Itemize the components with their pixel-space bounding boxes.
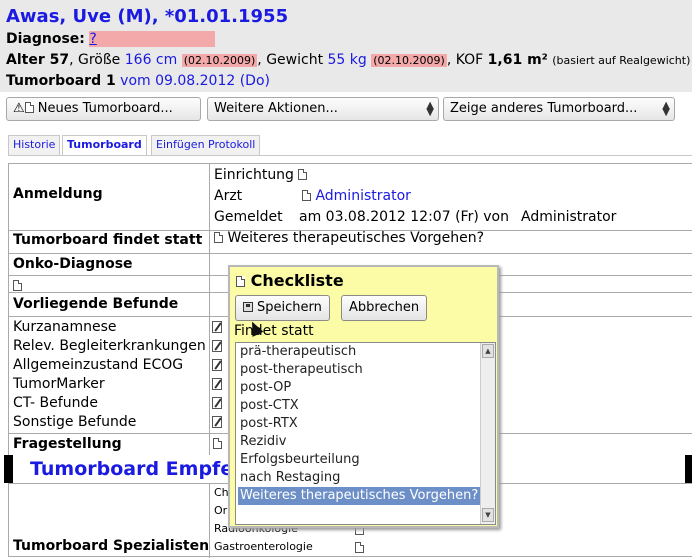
more-actions-label: Weitere Aktionen...: [214, 101, 338, 116]
list-option[interactable]: post-therapeutisch: [238, 361, 481, 379]
list-option[interactable]: Erfolgsbeurteilung: [238, 451, 481, 469]
floppy-disk-icon: [243, 302, 253, 312]
onko-diagnose-label: Onko-Diagnose: [13, 256, 133, 272]
einrichtung-label: Einrichtung: [214, 167, 294, 183]
edit-icon[interactable]: [212, 319, 223, 335]
scroll-up-icon[interactable]: ▲: [482, 344, 494, 358]
edit-icon[interactable]: [212, 357, 223, 373]
einrichtung-row: Einrichtung: [214, 167, 308, 183]
edit-icon[interactable]: [212, 395, 223, 411]
edit-icon[interactable]: [212, 376, 223, 392]
gemeldet-value: am 03.08.2012 12:07 (Fr) von: [299, 209, 509, 225]
findet-statt-label: Tumorboard findet statt: [13, 232, 203, 248]
befund-item: Allgemeinzustand ECOG: [13, 357, 184, 373]
edit-icon[interactable]: [214, 232, 223, 243]
edit-icon[interactable]: [213, 438, 222, 449]
toolbar: ⚠ Neues Tumorboard... Weitere Aktionen..…: [0, 97, 692, 123]
list-option[interactable]: post-OP: [238, 379, 481, 397]
befund-item: Sonstige Befunde: [13, 414, 137, 430]
new-tumorboard-button[interactable]: ⚠ Neues Tumorboard...: [6, 97, 201, 121]
popup-title: Checkliste: [236, 271, 344, 290]
list-option[interactable]: post-RTX: [238, 415, 481, 433]
list-option[interactable]: post-CTX: [238, 397, 481, 415]
kof-value: 1,61 m²: [487, 52, 548, 68]
column-divider: [209, 164, 210, 558]
gemeldet-by: Administrator: [521, 209, 617, 225]
listbox-scrollbar[interactable]: ▲ ▼: [480, 343, 495, 524]
gemeldet-label: Gemeldet: [214, 209, 283, 225]
spezialist-item: Ch: [214, 486, 229, 499]
edit-icon[interactable]: [298, 169, 308, 180]
weight-value[interactable]: 55 kg: [328, 52, 367, 68]
show-other-tumorboard-select[interactable]: Zeige anderes Tumorboard... ▲ ▼: [443, 97, 675, 121]
popup-title-text: Checkliste: [250, 271, 344, 290]
edit-icon[interactable]: [355, 540, 364, 556]
edit-icon[interactable]: [302, 190, 311, 201]
height-date: (02.10.2009): [181, 54, 258, 67]
tab-divider: [8, 155, 692, 156]
new-tumorboard-label: Neues Tumorboard...: [37, 101, 173, 116]
weight-date: (02.10.2009): [371, 54, 447, 67]
list-option[interactable]: nach Restaging: [238, 469, 481, 487]
row-divider: [9, 253, 692, 254]
befunde-label: Vorliegende Befunde: [13, 296, 179, 312]
befund-item: CT- Befunde: [13, 395, 98, 411]
tumorboard-label: Tumorboard 1: [6, 73, 116, 89]
select-arrows-icon: ▲ ▼: [662, 100, 670, 118]
arzt-link[interactable]: Administrator: [315, 188, 410, 204]
befund-item: Relev. Begleiterkrankungen: [13, 338, 206, 354]
vitals-line: Alter 57, Größe 166 cm (02.10.2009), Gew…: [6, 52, 690, 68]
age-label: Alter 57: [6, 52, 70, 68]
edit-icon[interactable]: [212, 414, 223, 430]
show-other-label: Zeige anderes Tumorboard...: [450, 101, 638, 116]
patient-name: Awas, Uve (M), *01.01.1955: [6, 6, 289, 27]
tab-historie[interactable]: Historie: [8, 135, 61, 155]
list-option[interactable]: Rezidiv: [238, 433, 481, 451]
patient-header: Awas, Uve (M), *01.01.1955 Diagnose: ? A…: [0, 0, 692, 92]
save-button[interactable]: Speichern: [235, 295, 330, 321]
document-icon: [24, 102, 34, 113]
tab-tumorboard[interactable]: Tumorboard: [62, 135, 147, 155]
warning-icon: ⚠: [13, 101, 25, 116]
befund-item: TumorMarker: [13, 376, 105, 392]
anmeldung-label: Anmeldung: [13, 186, 103, 202]
checkliste-popup: Checkliste Speichern Abbrechen Findet st…: [228, 265, 499, 528]
tab-einfuegen-protokoll[interactable]: Einfügen Protokoll: [151, 135, 261, 155]
empfehlung-heading: Tumorboard Empfel: [30, 458, 240, 480]
diagnose-link[interactable]: ?: [89, 31, 216, 47]
height-label: , Größe: [69, 52, 121, 68]
kof-note: (basiert auf Realgewicht): [552, 54, 691, 67]
findet-statt-field-label: Findet statt: [234, 323, 314, 339]
kof-label: , KOF: [446, 52, 484, 68]
scroll-down-icon[interactable]: ▼: [482, 508, 494, 522]
list-option[interactable]: prä-therapeutisch: [238, 343, 481, 361]
fragestellung-label: Fragestellung: [13, 436, 122, 452]
diagnose-label: Diagnose:: [6, 31, 85, 47]
spezialist-item: Gastroenterologie: [214, 540, 313, 553]
edit-icon[interactable]: [212, 338, 223, 354]
diagnose-line: Diagnose: ?: [6, 31, 216, 47]
findet-statt-text: Weiteres therapeutisches Vorgehen?: [227, 230, 485, 246]
arzt-value: Administrator: [302, 188, 411, 204]
cancel-button[interactable]: Abbrechen: [341, 295, 428, 321]
findet-statt-value: Weiteres therapeutisches Vorgehen?: [214, 230, 484, 246]
befund-item: Kurzanamnese: [13, 319, 117, 335]
edit-icon[interactable]: [13, 280, 22, 291]
list-option-selected[interactable]: Weiteres therapeutisches Vorgehen?: [238, 487, 481, 505]
arzt-label: Arzt: [214, 188, 243, 204]
more-actions-select[interactable]: Weitere Aktionen... ▲ ▼: [207, 97, 439, 121]
tumorboard-date[interactable]: vom 09.08.2012 (Do): [120, 73, 270, 89]
findet-statt-listbox[interactable]: prä-therapeutisch post-therapeutisch pos…: [235, 342, 496, 525]
fragestellung-edit: [213, 436, 222, 452]
select-arrows-icon: ▲ ▼: [426, 100, 434, 118]
document-icon: [236, 276, 245, 287]
tumorboard-line: Tumorboard 1 vom 09.08.2012 (Do): [6, 73, 270, 89]
spezialist-item: Or: [214, 504, 228, 517]
height-value[interactable]: 166 cm: [125, 52, 178, 68]
spezialisten-label: Tumorboard Spezialisten: [13, 538, 210, 554]
save-label: Speichern: [257, 300, 322, 315]
weight-label: , Gewicht: [257, 52, 324, 68]
